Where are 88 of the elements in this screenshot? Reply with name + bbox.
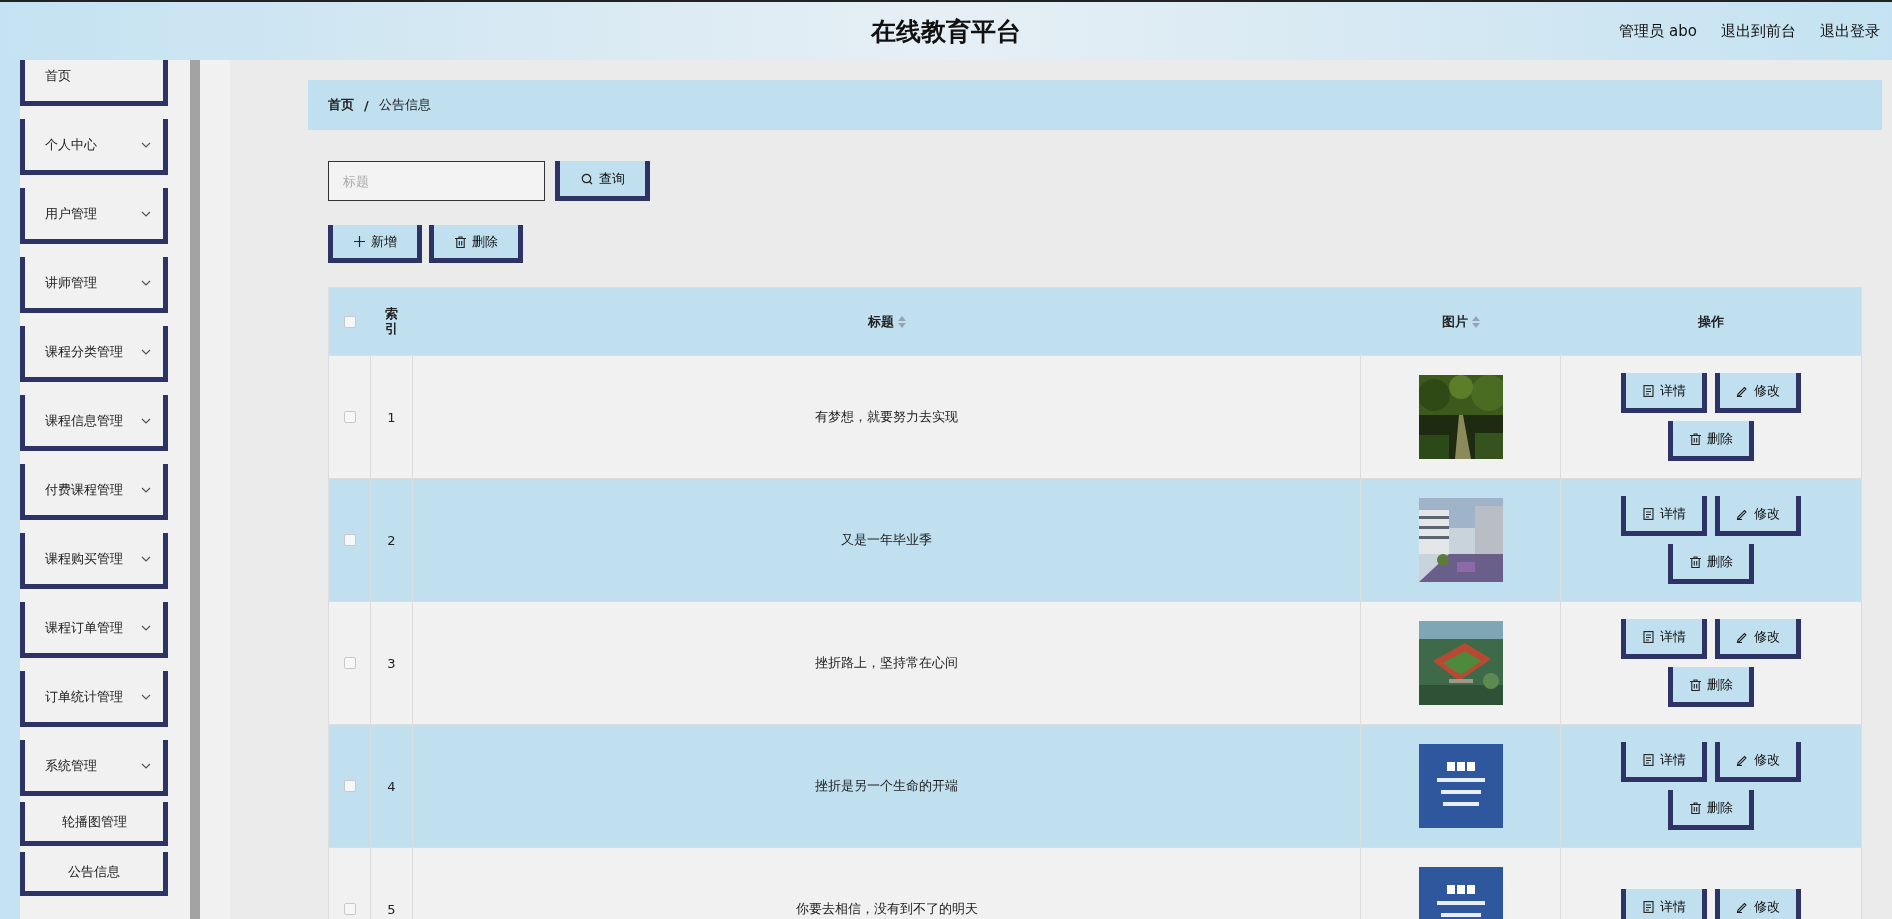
row-title: 又是一年毕业季	[841, 531, 932, 549]
select-all-checkbox[interactable]	[343, 315, 356, 328]
document-icon	[1642, 507, 1654, 520]
chevron-icon	[141, 417, 151, 424]
row-index: 3	[387, 655, 396, 671]
breadcrumb-item[interactable]: 首页	[328, 96, 354, 114]
row-checkbox[interactable]	[343, 780, 356, 792]
search-button[interactable]: 查询	[555, 161, 650, 201]
document-icon	[1642, 900, 1654, 913]
sidebar-item[interactable]: 用户管理	[20, 188, 168, 244]
row-index: 1	[387, 409, 396, 425]
column-header[interactable]: 图片	[1441, 313, 1468, 330]
row-checkbox[interactable]	[343, 657, 356, 669]
chevron-icon	[141, 486, 151, 493]
sort-icon[interactable]	[897, 315, 906, 328]
sidebar-item[interactable]: 系统管理	[20, 740, 168, 796]
edit-button[interactable]: 修改	[1715, 496, 1801, 536]
column-header[interactable]: 标题	[867, 313, 894, 330]
header-link[interactable]: 退出到前台	[1721, 21, 1796, 41]
detail-button[interactable]: 详情	[1621, 496, 1707, 536]
search-icon	[580, 172, 593, 185]
trash-icon	[1689, 801, 1701, 814]
row-title: 有梦想，就要努力去实现	[815, 408, 958, 426]
delete-button[interactable]: 删除	[1668, 421, 1754, 461]
row-index: 5	[387, 901, 396, 917]
breadcrumb-separator: /	[364, 97, 369, 113]
delete-button[interactable]: 删除	[429, 225, 523, 263]
pencil-icon	[1736, 630, 1748, 643]
edit-button[interactable]: 修改	[1715, 373, 1801, 413]
sidebar-item[interactable]: 个人中心	[20, 119, 168, 175]
row-checkbox[interactable]	[343, 534, 356, 546]
trash-icon	[1689, 555, 1701, 568]
sidebar-item[interactable]: 讲师管理	[20, 257, 168, 313]
search-field[interactable]: 标题	[328, 161, 545, 201]
sidebar-item[interactable]: 课程购买管理	[20, 533, 168, 589]
sort-icon[interactable]	[1471, 315, 1480, 328]
sidebar-item[interactable]: 首页	[20, 60, 168, 106]
chevron-icon	[141, 762, 151, 769]
pencil-icon	[1736, 507, 1748, 520]
trash-icon	[1689, 678, 1701, 691]
sidebar-item[interactable]: 课程订单管理	[20, 602, 168, 658]
row-checkbox[interactable]	[343, 411, 356, 423]
document-icon	[1642, 630, 1654, 643]
edit-button[interactable]: 修改	[1715, 742, 1801, 782]
row-index: 2	[387, 532, 396, 548]
row-checkbox[interactable]	[343, 903, 356, 915]
sidebar-item[interactable]: 付费课程管理	[20, 464, 168, 520]
trash-icon	[454, 235, 466, 248]
plus-icon	[353, 236, 365, 247]
edit-button[interactable]: 修改	[1715, 619, 1801, 659]
detail-button[interactable]: 详情	[1621, 373, 1707, 413]
chevron-icon	[141, 693, 151, 700]
column-header: 操作	[1698, 313, 1724, 330]
chevron-icon	[141, 348, 151, 355]
document-icon	[1642, 753, 1654, 766]
add-button[interactable]: 新增	[328, 225, 422, 263]
pencil-icon	[1736, 753, 1748, 766]
detail-button[interactable]: 详情	[1621, 742, 1707, 782]
delete-button[interactable]: 删除	[1668, 544, 1754, 584]
delete-button[interactable]: 删除	[1668, 667, 1754, 707]
header-link[interactable]: 退出登录	[1820, 21, 1880, 41]
header-link[interactable]: 管理员 abo	[1619, 21, 1697, 41]
row-index: 4	[387, 778, 396, 794]
document-icon	[1642, 384, 1654, 397]
chevron-icon	[141, 279, 151, 286]
chevron-icon	[141, 141, 151, 148]
site-title: 在线教育平台	[871, 15, 1021, 48]
delete-button[interactable]: 删除	[1668, 790, 1754, 830]
chevron-icon	[141, 210, 151, 217]
pencil-icon	[1736, 384, 1748, 397]
sidebar-subitem[interactable]: 公告信息	[20, 852, 168, 896]
chevron-icon	[141, 624, 151, 631]
trash-icon	[1689, 432, 1701, 445]
sidebar-item[interactable]: 订单统计管理	[20, 671, 168, 727]
detail-button[interactable]: 详情	[1621, 619, 1707, 659]
detail-button[interactable]: 详情	[1621, 889, 1707, 919]
pencil-icon	[1736, 900, 1748, 913]
sidebar-subitem[interactable]: 轮播图管理	[20, 802, 168, 846]
sidebar-item[interactable]: 课程信息管理	[20, 395, 168, 451]
edit-button[interactable]: 修改	[1715, 889, 1801, 919]
chevron-icon	[141, 555, 151, 562]
scrollbar[interactable]	[190, 60, 200, 919]
breadcrumb-item: 公告信息	[378, 96, 431, 114]
sidebar-item[interactable]: 课程分类管理	[20, 326, 168, 382]
column-header: 索引	[385, 307, 398, 336]
row-title: 挫折路上，坚持常在心间	[815, 654, 958, 672]
row-title: 你要去相信，没有到不了的明天	[795, 900, 978, 918]
row-title: 挫折是另一个生命的开端	[815, 777, 958, 795]
